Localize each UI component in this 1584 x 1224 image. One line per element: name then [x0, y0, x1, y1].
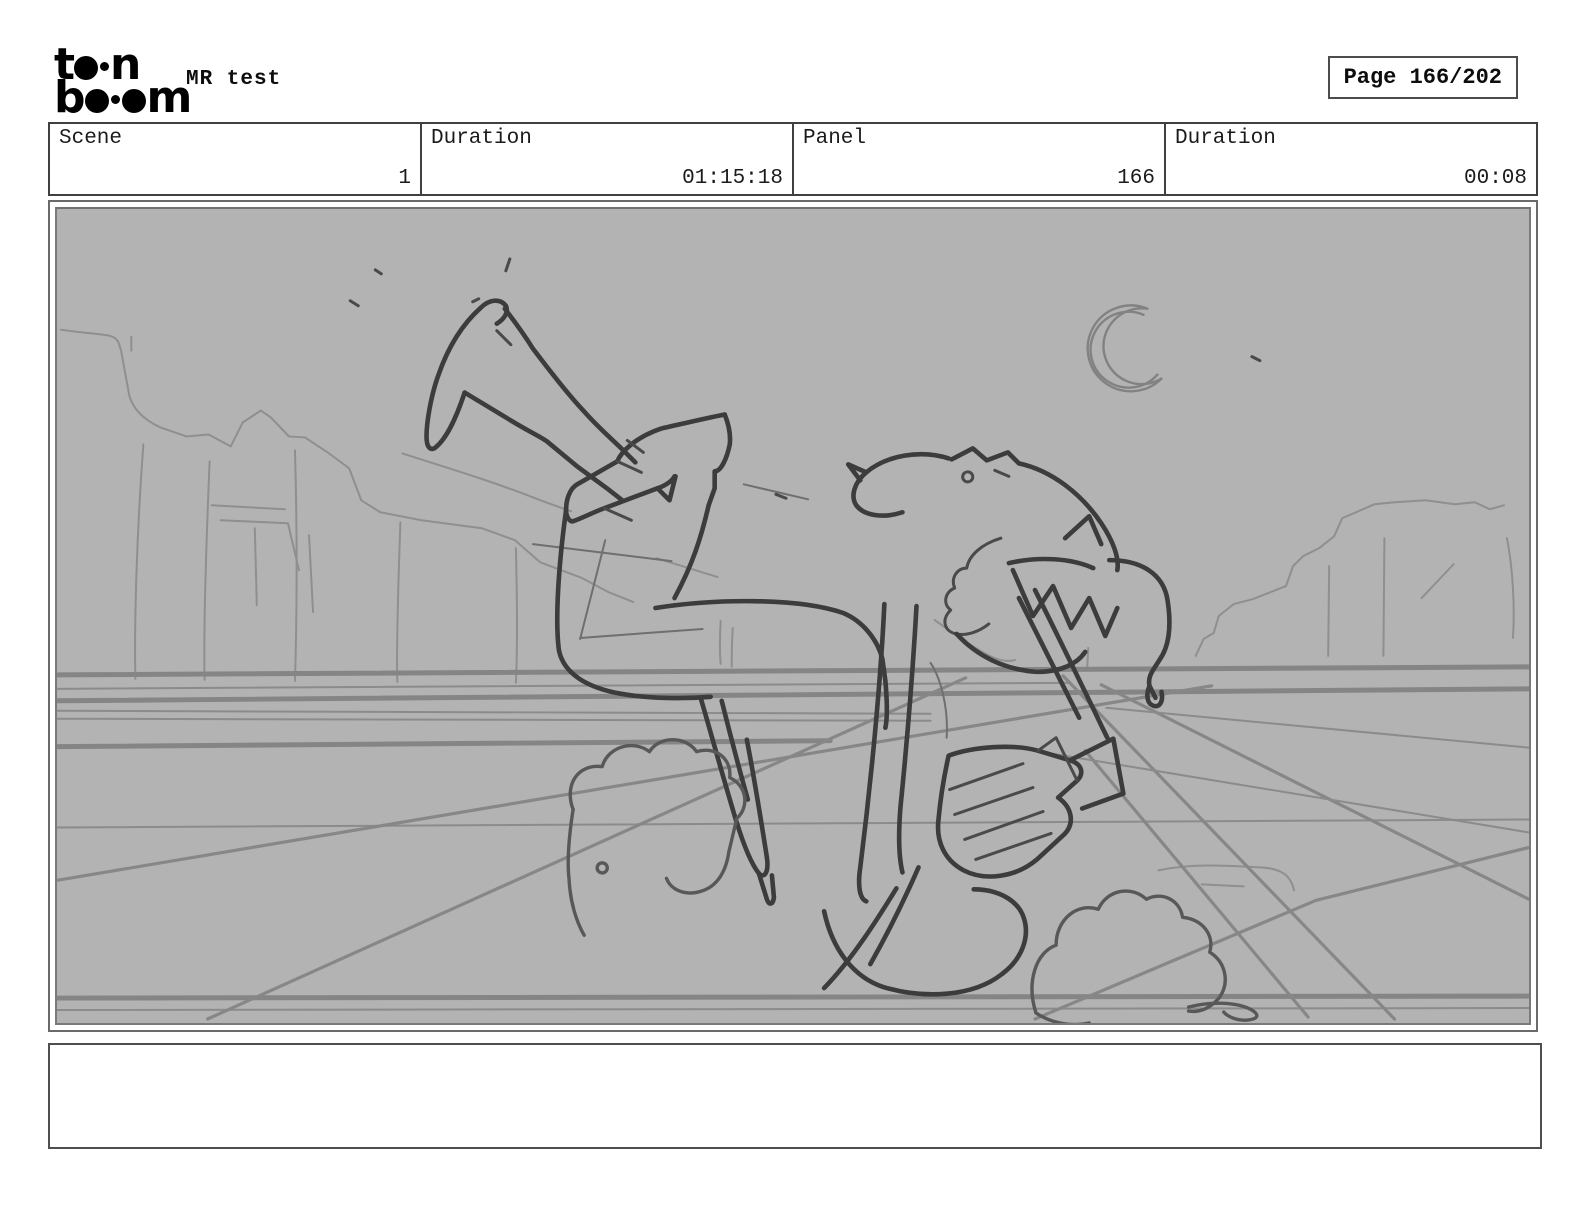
storyboard-export-page: { "header": { "logo": { "t": "t", "n": "… [0, 0, 1584, 1224]
info-cell-scene: Scene 1 [50, 124, 420, 194]
scene-value: 1 [398, 167, 411, 190]
panel-label: Panel [803, 127, 867, 150]
sketch-drawing [57, 257, 1529, 1023]
logo-row-2: bm [54, 72, 192, 123]
toonboom-logo: tn bm [54, 43, 192, 123]
panel-value: 166 [1117, 167, 1155, 190]
info-cell-panel-duration: Duration 00:08 [1164, 124, 1536, 194]
info-cell-scene-duration: Duration 01:15:18 [420, 124, 792, 194]
storyboard-panel-frame [48, 200, 1538, 1032]
page-indicator: Page 166/202 [1327, 56, 1518, 99]
logo-disc-icon [121, 89, 146, 113]
scene-label: Scene [59, 127, 123, 150]
panel-duration-value: 00:08 [1463, 167, 1527, 190]
logo-dot-icon [110, 95, 120, 104]
caption-box [48, 1043, 1542, 1149]
info-cell-panel: Panel 166 [792, 124, 1164, 194]
project-title: MR test [186, 68, 282, 91]
logo-disc-icon [84, 89, 109, 113]
panel-info-table: Scene 1 Duration 01:15:18 Panel 166 Dura… [48, 122, 1538, 196]
panel-duration-label: Duration [1175, 127, 1276, 150]
storyboard-sketch-image [55, 207, 1531, 1025]
scene-duration-label: Duration [431, 127, 532, 150]
scene-duration-value: 01:15:18 [682, 167, 783, 190]
logo-dot-icon [100, 62, 110, 71]
